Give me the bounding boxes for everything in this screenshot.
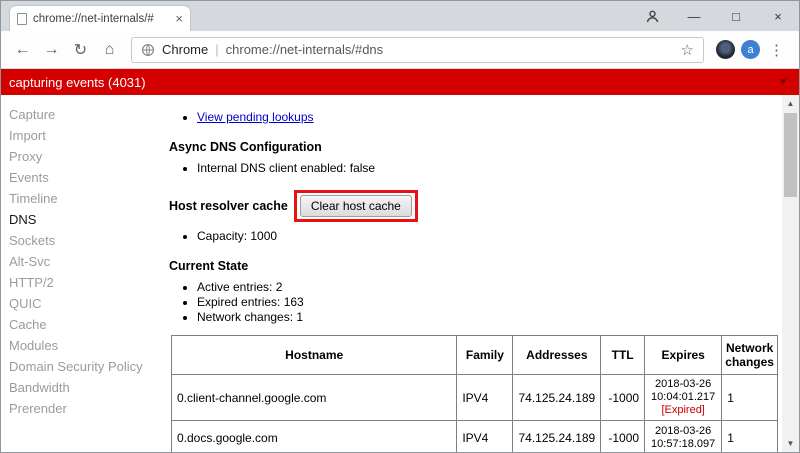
active-entries-item: Active entries: 2 <box>197 280 778 295</box>
capture-status-text: capturing events (4031) <box>9 74 146 90</box>
menu-icon[interactable]: ⋮ <box>762 41 791 59</box>
forward-icon[interactable]: → <box>38 36 65 63</box>
sidebar-item-prerender[interactable]: Prerender <box>9 398 161 419</box>
sidebar-item-events[interactable]: Events <box>9 167 161 188</box>
scrollbar-thumb[interactable] <box>784 113 797 197</box>
sidebar-item-proxy[interactable]: Proxy <box>9 146 161 167</box>
col-hostname: Hostname <box>170 335 458 375</box>
page-content: Capture Import Proxy Events Timeline DNS… <box>1 95 799 452</box>
tab-close-icon[interactable]: × <box>175 12 183 25</box>
browser-toolbar: ← → ↻ ⌂ Chrome | chrome://net-internals/… <box>1 31 799 69</box>
vertical-scrollbar[interactable]: ▲ ▼ <box>782 95 799 452</box>
back-icon[interactable]: ← <box>9 36 36 63</box>
reload-icon[interactable]: ↻ <box>67 36 94 63</box>
col-family: Family <box>456 335 514 375</box>
cell-network-changes: 1 <box>721 374 778 421</box>
cell-expires: 2018-03-26 10:57:18.097 <box>644 420 723 452</box>
annotation-highlight-box: Clear host cache <box>293 190 418 222</box>
dns-panel: View pending lookups Async DNS Configura… <box>161 95 782 452</box>
cell-expires: 2018-03-26 10:04:01.217 [Expired] <box>644 374 723 421</box>
capacity-item: Capacity: 1000 <box>197 229 778 244</box>
tab-strip: chrome://net-internals/# × — □ × <box>1 1 799 31</box>
network-changes-item: Network changes: 1 <box>197 310 778 325</box>
browser-window: chrome://net-internals/# × — □ × ← → ↻ ⌂ <box>0 0 800 453</box>
expired-flag: [Expired] <box>661 404 705 416</box>
host-resolver-cache-heading: Host resolver cache <box>169 199 288 213</box>
cell-family: IPV4 <box>456 374 514 421</box>
col-addresses: Addresses <box>512 335 602 375</box>
bookmark-star-icon[interactable]: ☆ <box>681 41 694 59</box>
sidebar-item-modules[interactable]: Modules <box>9 335 161 356</box>
sidebar-item-http2[interactable]: HTTP/2 <box>9 272 161 293</box>
cell-hostname: 0.client-channel.google.com <box>170 374 458 421</box>
expired-entries-item: Expired entries: 163 <box>197 295 778 310</box>
table-header-row: Hostname Family Addresses TTL Expires Ne… <box>170 335 778 375</box>
cell-addresses: 74.125.24.189 <box>512 374 602 421</box>
sidebar-nav: Capture Import Proxy Events Timeline DNS… <box>1 95 161 452</box>
browser-tab[interactable]: chrome://net-internals/# × <box>9 5 191 31</box>
close-button[interactable]: × <box>757 1 799 31</box>
expires-date: 2018-03-26 <box>655 424 712 437</box>
col-network-changes: Network changes <box>721 335 778 375</box>
tab-title: chrome://net-internals/# <box>33 12 154 25</box>
address-bar[interactable]: Chrome | chrome://net-internals/#dns ☆ <box>131 36 704 63</box>
sidebar-item-bandwidth[interactable]: Bandwidth <box>9 377 161 398</box>
minimize-button[interactable]: — <box>673 1 715 31</box>
sidebar-item-capture[interactable]: Capture <box>9 104 161 125</box>
sidebar-item-alt-svc[interactable]: Alt-Svc <box>9 251 161 272</box>
expires-time: 10:57:18.097 <box>651 437 716 450</box>
sidebar-item-import[interactable]: Import <box>9 125 161 146</box>
capture-status-banner: capturing events (4031) ▼ <box>1 69 799 95</box>
profile-icon[interactable] <box>631 1 673 31</box>
table-row: 0.client-channel.google.com IPV4 74.125.… <box>170 374 778 421</box>
omnibox-engine-label: Chrome <box>162 42 209 57</box>
cell-addresses: 74.125.24.189 <box>512 420 602 452</box>
view-pending-lookups-link[interactable]: View pending lookups <box>197 110 314 124</box>
clear-host-cache-button[interactable]: Clear host cache <box>299 195 412 217</box>
sidebar-item-quic[interactable]: QUIC <box>9 293 161 314</box>
cell-ttl: -1000 <box>600 420 646 452</box>
extension-icon[interactable] <box>716 40 735 59</box>
banner-dropdown-icon[interactable]: ▼ <box>778 77 788 88</box>
cell-network-changes: 1 <box>721 420 778 452</box>
sidebar-item-cache[interactable]: Cache <box>9 314 161 335</box>
sidebar-item-dns[interactable]: DNS <box>9 209 161 230</box>
scroll-down-icon[interactable]: ▼ <box>782 435 799 452</box>
expires-date: 2018-03-26 <box>655 378 712 390</box>
expires-time: 10:04:01.217 <box>651 391 716 403</box>
omnibox-url[interactable]: chrome://net-internals/#dns <box>226 42 674 57</box>
globe-icon <box>141 43 155 57</box>
page-favicon-icon <box>17 12 27 25</box>
dns-cache-table: Hostname Family Addresses TTL Expires Ne… <box>170 335 778 452</box>
async-dns-heading: Async DNS Configuration <box>169 140 322 154</box>
col-expires: Expires <box>644 335 723 375</box>
home-icon[interactable]: ⌂ <box>96 36 123 63</box>
maximize-button[interactable]: □ <box>715 1 757 31</box>
internal-dns-client-item: Internal DNS client enabled: false <box>197 161 778 176</box>
current-state-heading: Current State <box>169 259 249 273</box>
col-ttl: TTL <box>600 335 646 375</box>
omnibox-separator: | <box>215 42 219 57</box>
window-controls: — □ × <box>631 1 799 31</box>
cell-family: IPV4 <box>456 420 514 452</box>
sidebar-item-sockets[interactable]: Sockets <box>9 230 161 251</box>
sidebar-item-timeline[interactable]: Timeline <box>9 188 161 209</box>
table-row: 0.docs.google.com IPV4 74.125.24.189 -10… <box>170 420 778 452</box>
cell-hostname: 0.docs.google.com <box>170 420 458 452</box>
cell-ttl: -1000 <box>600 374 646 421</box>
profile-avatar[interactable]: a <box>741 40 760 59</box>
scroll-up-icon[interactable]: ▲ <box>782 95 799 112</box>
sidebar-item-domain-security-policy[interactable]: Domain Security Policy <box>9 356 161 377</box>
